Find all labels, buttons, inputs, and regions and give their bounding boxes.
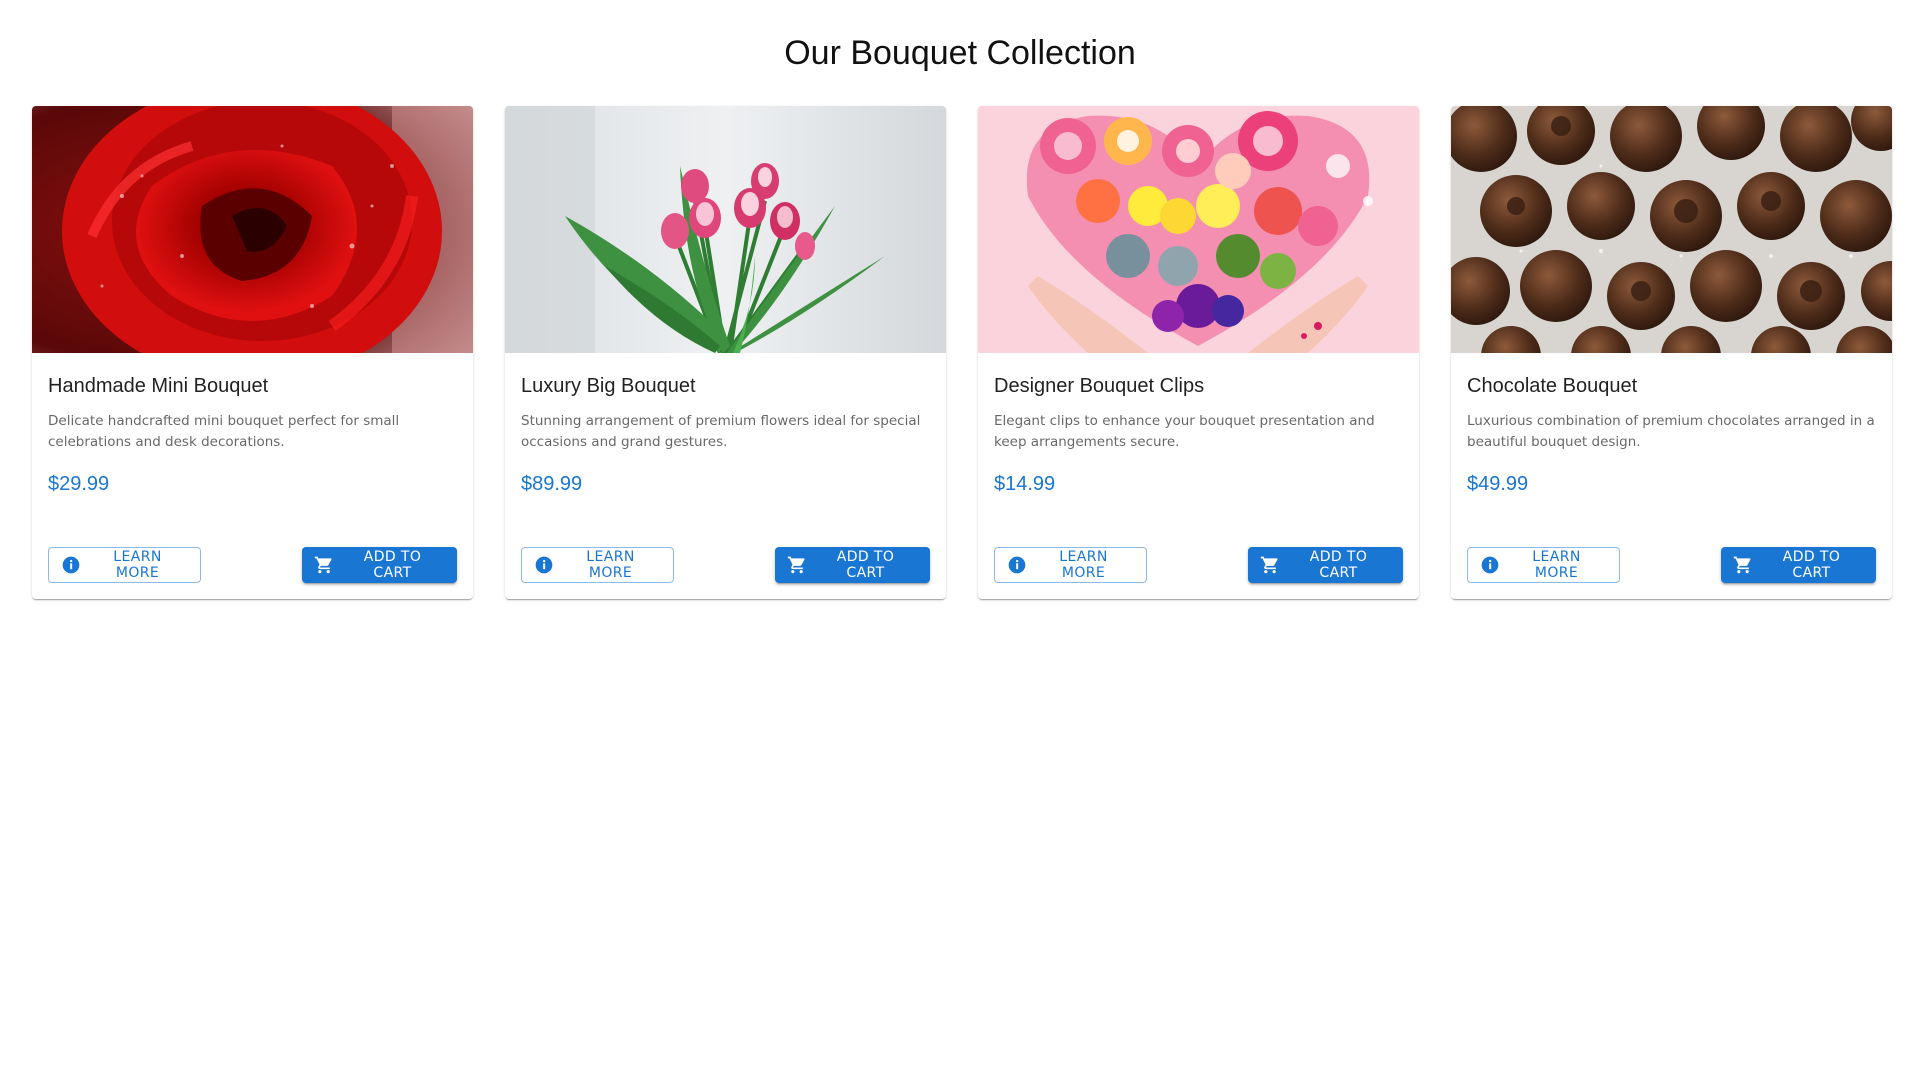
card-actions: LEARN MORE ADD TO CART bbox=[1467, 547, 1876, 583]
card-actions: LEARN MORE ADD TO CART bbox=[994, 547, 1403, 583]
product-card: Chocolate Bouquet Luxurious combination … bbox=[1451, 106, 1892, 599]
page: Our Bouquet Collection Handmade Mini Bou… bbox=[0, 0, 1920, 1080]
product-grid: Handmade Mini Bouquet Delicate handcraft… bbox=[32, 106, 1892, 599]
add-to-cart-button[interactable]: ADD TO CART bbox=[302, 547, 457, 583]
learn-more-label: LEARN MORE bbox=[113, 549, 162, 581]
learn-more-button[interactable]: LEARN MORE bbox=[521, 547, 674, 583]
card-actions: LEARN MORE ADD TO CART bbox=[521, 547, 930, 583]
product-card: Handmade Mini Bouquet Delicate handcraft… bbox=[32, 106, 473, 599]
add-to-cart-button[interactable]: ADD TO CART bbox=[1721, 547, 1876, 583]
info-icon bbox=[61, 555, 81, 575]
add-to-cart-button[interactable]: ADD TO CART bbox=[775, 547, 930, 583]
info-icon bbox=[1007, 555, 1027, 575]
product-price: $14.99 bbox=[994, 473, 1056, 495]
info-icon bbox=[1480, 555, 1500, 575]
product-title: Designer Bouquet Clips bbox=[994, 375, 1205, 397]
product-price: $49.99 bbox=[1467, 473, 1529, 495]
cart-icon bbox=[787, 555, 807, 575]
add-to-cart-label: ADD TO CART bbox=[363, 549, 422, 581]
add-to-cart-label: ADD TO CART bbox=[1309, 549, 1368, 581]
product-description: Delicate handcrafted mini bouquet perfec… bbox=[48, 413, 400, 450]
learn-more-button[interactable]: LEARN MORE bbox=[48, 547, 201, 583]
cart-icon bbox=[1260, 555, 1280, 575]
cart-icon bbox=[1733, 555, 1753, 575]
add-to-cart-label: ADD TO CART bbox=[836, 549, 895, 581]
product-description: Luxurious combination of premium chocola… bbox=[1467, 413, 1875, 450]
product-image-heart-flowers[interactable] bbox=[978, 106, 1419, 353]
learn-more-label: LEARN MORE bbox=[586, 549, 635, 581]
add-to-cart-label: ADD TO CART bbox=[1782, 549, 1841, 581]
learn-more-label: LEARN MORE bbox=[1059, 549, 1108, 581]
product-price: $89.99 bbox=[521, 473, 583, 495]
add-to-cart-button[interactable]: ADD TO CART bbox=[1248, 547, 1403, 583]
product-title: Handmade Mini Bouquet bbox=[48, 375, 269, 397]
cart-icon bbox=[314, 555, 334, 575]
product-title: Chocolate Bouquet bbox=[1467, 375, 1638, 397]
product-image-chocolate-truffles[interactable] bbox=[1451, 106, 1892, 353]
product-image-pink-tulips[interactable] bbox=[505, 106, 946, 353]
product-card: Luxury Big Bouquet Stunning arrangement … bbox=[505, 106, 946, 599]
product-description: Stunning arrangement of premium flowers … bbox=[521, 413, 921, 450]
info-icon bbox=[534, 555, 554, 575]
learn-more-button[interactable]: LEARN MORE bbox=[994, 547, 1147, 583]
learn-more-label: LEARN MORE bbox=[1532, 549, 1581, 581]
product-title: Luxury Big Bouquet bbox=[521, 375, 696, 397]
product-price: $29.99 bbox=[48, 473, 110, 495]
card-actions: LEARN MORE ADD TO CART bbox=[48, 547, 457, 583]
product-image-red-rose[interactable] bbox=[32, 106, 473, 353]
product-card: Designer Bouquet Clips Elegant clips to … bbox=[978, 106, 1419, 599]
page-title: Our Bouquet Collection bbox=[784, 34, 1136, 72]
learn-more-button[interactable]: LEARN MORE bbox=[1467, 547, 1620, 583]
product-description: Elegant clips to enhance your bouquet pr… bbox=[994, 413, 1375, 450]
